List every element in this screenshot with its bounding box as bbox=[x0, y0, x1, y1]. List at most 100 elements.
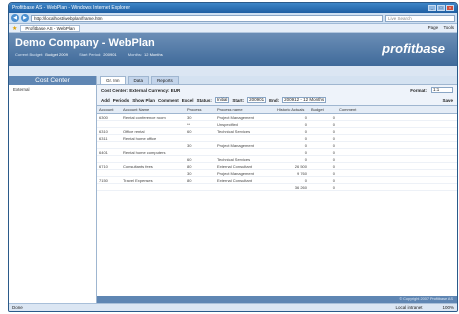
status-bar: Done Local intranet 100% bbox=[9, 303, 457, 311]
table-cell bbox=[121, 183, 185, 191]
table-cell: 80 bbox=[185, 162, 215, 170]
table-cell: 0 bbox=[275, 155, 309, 163]
show-plan-button[interactable]: Show Plan bbox=[132, 98, 155, 103]
tools-menu[interactable]: Tools bbox=[443, 25, 454, 30]
window-title: Profitbase AS - WebPlan - Windows Intern… bbox=[12, 5, 131, 11]
table-row[interactable]: 6310 Office rental 60 Technical Services 0 0 bbox=[97, 127, 457, 135]
table-cell[interactable] bbox=[337, 155, 457, 163]
start-period-value: 200901 bbox=[103, 52, 117, 57]
zoom-level[interactable]: 100% bbox=[442, 305, 454, 310]
table-cell[interactable]: 0 bbox=[309, 113, 337, 121]
browser-tab[interactable]: Profitbase AS - WebPlan bbox=[20, 24, 80, 32]
add-button[interactable]: Add bbox=[101, 98, 110, 103]
comment-button[interactable]: Comment bbox=[158, 98, 179, 103]
table-cell[interactable]: 0 bbox=[309, 127, 337, 135]
table-cell bbox=[97, 120, 121, 128]
table-row[interactable]: ** Unspecified 0 0 bbox=[97, 120, 457, 128]
col-budget: Budget bbox=[309, 106, 337, 114]
table-row[interactable]: 6401 Rental home computers 0 0 bbox=[97, 148, 457, 156]
app-banner: Demo Company - WebPlan Current Budget: Bu… bbox=[9, 33, 457, 66]
table-cell bbox=[185, 134, 215, 142]
table-cell: Rental home computers bbox=[121, 148, 185, 156]
table-cell bbox=[97, 169, 121, 177]
table-cell: 0 bbox=[275, 141, 309, 149]
forward-icon[interactable]: ▶ bbox=[21, 14, 29, 22]
save-button[interactable]: Save bbox=[442, 98, 453, 103]
table-row[interactable]: 6300 Rental conference room 30 Project Mana… bbox=[97, 113, 457, 121]
table-cell[interactable]: 0 bbox=[309, 134, 337, 142]
table-row[interactable]: 36 260 0 bbox=[97, 183, 457, 191]
close-button[interactable]: × bbox=[446, 5, 454, 11]
sidebar-header: Cost Center bbox=[9, 76, 96, 85]
table-cell[interactable] bbox=[337, 176, 457, 184]
table-cell: Office rental bbox=[121, 127, 185, 135]
table-cell: 0 bbox=[275, 148, 309, 156]
current-budget-label: Current Budget: bbox=[15, 52, 44, 57]
start-select[interactable]: 200901 bbox=[247, 97, 267, 103]
tab-data[interactable]: Data bbox=[127, 76, 150, 84]
end-select[interactable]: 200912 - 12 Months bbox=[282, 97, 327, 103]
table-cell[interactable] bbox=[337, 113, 457, 121]
table-cell[interactable] bbox=[337, 127, 457, 135]
favorites-star-icon[interactable]: ★ bbox=[12, 25, 17, 32]
table-cell[interactable] bbox=[337, 148, 457, 156]
table-cell: Project Management bbox=[215, 113, 275, 121]
table-cell bbox=[97, 183, 121, 191]
table-cell[interactable] bbox=[337, 141, 457, 149]
table-row[interactable]: 60 Technical Services 0 0 bbox=[97, 155, 457, 163]
table-cell: 0 bbox=[275, 176, 309, 184]
months-label: Months: bbox=[127, 52, 143, 57]
table-cell: 60 bbox=[185, 155, 215, 163]
status-select[interactable]: Initial bbox=[214, 97, 230, 103]
tab-gr-inn[interactable]: Gr. Inn bbox=[100, 76, 126, 84]
maximize-button[interactable]: □ bbox=[437, 5, 445, 11]
table-cell[interactable]: 0 bbox=[309, 183, 337, 191]
table-cell[interactable] bbox=[337, 162, 457, 170]
excel-button[interactable]: Excel bbox=[182, 98, 194, 103]
table-cell[interactable] bbox=[337, 134, 457, 142]
table-row[interactable]: 6311 Rental home office 0 0 bbox=[97, 134, 457, 142]
table-cell: Project Management bbox=[215, 169, 275, 177]
table-cell bbox=[215, 183, 275, 191]
table-cell: 0 bbox=[275, 113, 309, 121]
table-cell[interactable] bbox=[337, 120, 457, 128]
end-label: End: bbox=[269, 97, 280, 103]
table-row[interactable]: 6710 Consultants fees 80 External Consultan… bbox=[97, 162, 457, 170]
table-cell[interactable]: 0 bbox=[309, 141, 337, 149]
table-cell bbox=[97, 141, 121, 149]
table-cell[interactable]: 0 bbox=[309, 162, 337, 170]
table-cell[interactable]: 0 bbox=[309, 169, 337, 177]
table-cell: 6710 bbox=[97, 162, 121, 170]
tab-reports[interactable]: Reports bbox=[151, 76, 179, 84]
back-icon[interactable]: ◀ bbox=[11, 14, 19, 22]
periods-button[interactable]: Periods bbox=[113, 98, 130, 103]
url-input[interactable]: http://localhost/webplan/frame.htm bbox=[31, 14, 383, 22]
table-cell: 0 bbox=[275, 120, 309, 128]
page-menu[interactable]: Page bbox=[428, 25, 439, 30]
table-cell[interactable]: 0 bbox=[309, 120, 337, 128]
address-bar: ◀ ▶ http://localhost/webplan/frame.htm L… bbox=[9, 13, 457, 24]
browser-window: Profitbase AS - WebPlan - Windows Intern… bbox=[8, 2, 458, 312]
table-cell bbox=[121, 155, 185, 163]
content-panel: Gr. Inn Data Reports Cost Center: Extern… bbox=[97, 76, 457, 303]
search-input[interactable]: Live Search bbox=[385, 14, 455, 22]
minimize-button[interactable]: _ bbox=[428, 5, 436, 11]
table-cell: 30 bbox=[185, 113, 215, 121]
format-select[interactable]: 1:1 bbox=[431, 87, 453, 93]
table-cell: 36 260 bbox=[275, 183, 309, 191]
table-cell: Technical Services bbox=[215, 127, 275, 135]
table-cell: External Consultant bbox=[215, 176, 275, 184]
table-cell: 0 bbox=[275, 127, 309, 135]
sidebar-item-external[interactable]: External bbox=[9, 85, 96, 94]
table-cell[interactable]: 0 bbox=[309, 155, 337, 163]
table-row[interactable]: 7150 Travel Expenses 80 External Consultant… bbox=[97, 176, 457, 184]
table-cell[interactable]: 0 bbox=[309, 176, 337, 184]
table-cell[interactable]: 0 bbox=[309, 148, 337, 156]
table-cell[interactable] bbox=[337, 183, 457, 191]
table-cell bbox=[97, 155, 121, 163]
table-cell bbox=[215, 134, 275, 142]
main-area: Cost Center External Gr. Inn Data Report… bbox=[9, 76, 457, 303]
table-row[interactable]: 30 Project Management 9 760 0 bbox=[97, 169, 457, 177]
table-row[interactable]: 30 Project Management 0 0 bbox=[97, 141, 457, 149]
table-cell[interactable] bbox=[337, 169, 457, 177]
